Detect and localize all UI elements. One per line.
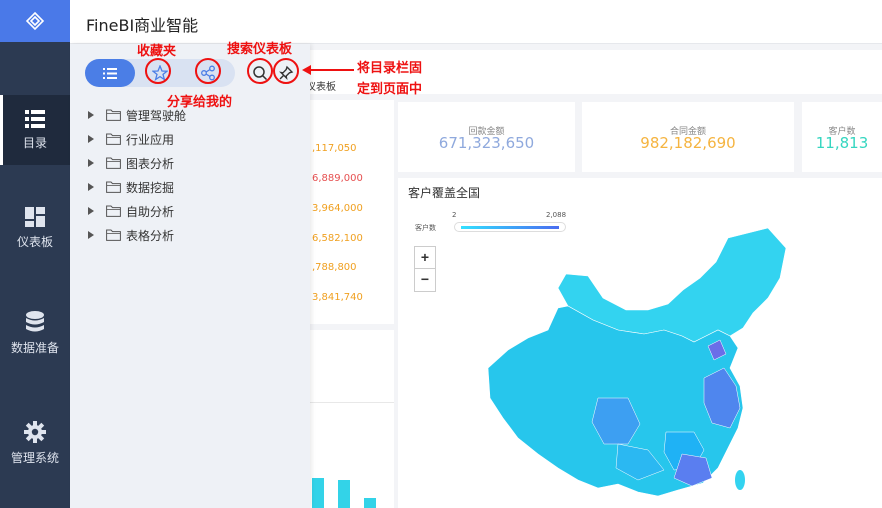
expand-caret-icon[interactable] — [88, 159, 94, 167]
chart-bar — [312, 478, 324, 508]
expand-caret-icon[interactable] — [88, 207, 94, 215]
nav-label-data-prep: 数据准备 — [10, 340, 59, 355]
value-item: 3,964,000 — [312, 203, 363, 214]
bar-chart-panel — [310, 330, 394, 508]
folder-icon — [106, 133, 121, 145]
folder-icon — [106, 181, 121, 193]
expand-caret-icon[interactable] — [88, 135, 94, 143]
annotation-ring-share — [195, 58, 221, 84]
zoom-out-button[interactable]: − — [415, 269, 435, 291]
kpi-value: 671,323,650 — [438, 134, 535, 152]
legend-min: 2 — [452, 211, 457, 219]
dashboard-tab[interactable]: 仪表板 — [306, 78, 336, 93]
china-map[interactable] — [468, 218, 798, 508]
catalog-drawer: 管理驾驶舱 行业应用 图表分析 数据挖掘 自助分析 表格分析 — [70, 44, 310, 508]
nav-item-admin[interactable]: 管理系统 — [0, 408, 70, 478]
kpi-card-contract: 合同金额 982,182,690 — [582, 102, 794, 172]
list-icon — [25, 109, 45, 128]
folder-icon — [106, 157, 121, 169]
kpi-card-customers: 客户数 11,813 — [802, 102, 882, 172]
tree-item-label: 表格分析 — [126, 228, 175, 243]
dashboard-icon — [25, 206, 45, 227]
kpi-card-payment: 回款金额 671,323,650 — [398, 102, 575, 172]
left-nav: 目录 仪表板 数据准备 管理系统 — [0, 0, 70, 508]
folder-icon — [106, 109, 121, 121]
map-panel: 客户覆盖全国 2 2,088 客户数 + − — [398, 178, 882, 508]
kpi-value: 982,182,690 — [640, 134, 736, 152]
nav-item-catalog[interactable]: 目录 — [0, 95, 70, 165]
annotation-favorites: 收藏夹 — [137, 44, 177, 59]
expand-caret-icon[interactable] — [88, 231, 94, 239]
value-item: 6,582,100 — [312, 233, 363, 244]
zoom-in-button[interactable]: + — [415, 247, 435, 269]
annotation-search: 搜索仪表板 — [227, 42, 293, 57]
legend-label: 客户数 — [415, 224, 436, 232]
chart-gridline — [310, 402, 394, 403]
value-item: ,117,050 — [312, 143, 357, 154]
list-icon — [103, 67, 117, 79]
gear-icon — [24, 420, 46, 443]
kpi-value: 11,813 — [815, 134, 869, 152]
tree-item-label: 行业应用 — [126, 132, 175, 147]
annotation-pin-line1: 将目录栏固 — [357, 61, 423, 76]
tree-item[interactable]: 图表分析 — [88, 153, 174, 173]
tree-item-label: 自助分析 — [126, 204, 175, 219]
folder-icon — [106, 205, 121, 217]
nav-label-dashboard: 仪表板 — [16, 234, 53, 249]
tree-item[interactable]: 自助分析 — [88, 201, 174, 221]
annotation-ring-search — [247, 58, 273, 84]
value-item: 6,889,000 — [312, 173, 363, 184]
map-zoom-control: + − — [414, 246, 436, 292]
chart-bar — [364, 498, 376, 508]
app-title: FineBI商业智能 — [86, 16, 199, 35]
tree-item-label: 图表分析 — [126, 156, 175, 171]
folder-icon — [106, 229, 121, 241]
tree-item[interactable]: 行业应用 — [88, 129, 174, 149]
annotation-arrow — [302, 65, 354, 75]
logo-icon — [25, 11, 45, 31]
nav-label-catalog: 目录 — [22, 135, 47, 150]
annotation-ring-pin — [273, 58, 299, 84]
annotation-share: 分享给我的 — [167, 95, 233, 110]
top-bar: FineBI商业智能 — [70, 0, 882, 44]
nav-item-dashboard[interactable]: 仪表板 — [0, 193, 70, 263]
chart-bar — [338, 480, 350, 508]
tree-item[interactable]: 数据挖掘 — [88, 177, 174, 197]
annotation-ring-favorites — [145, 58, 171, 84]
tree-item[interactable]: 表格分析 — [88, 225, 174, 245]
expand-caret-icon[interactable] — [88, 111, 94, 119]
value-item: 3,841,740 — [312, 292, 363, 303]
database-icon — [26, 310, 44, 331]
nav-label-admin: 管理系统 — [10, 450, 59, 465]
map-title: 客户覆盖全国 — [408, 186, 481, 200]
annotation-pin-line2: 定到页面中 — [357, 82, 423, 97]
logo[interactable] — [0, 0, 70, 42]
expand-caret-icon[interactable] — [88, 183, 94, 191]
nav-item-data-prep[interactable]: 数据准备 — [0, 298, 70, 368]
tree-item-label: 数据挖掘 — [126, 180, 175, 195]
value-item: ,788,800 — [312, 262, 357, 273]
catalog-list-button[interactable] — [85, 59, 135, 87]
